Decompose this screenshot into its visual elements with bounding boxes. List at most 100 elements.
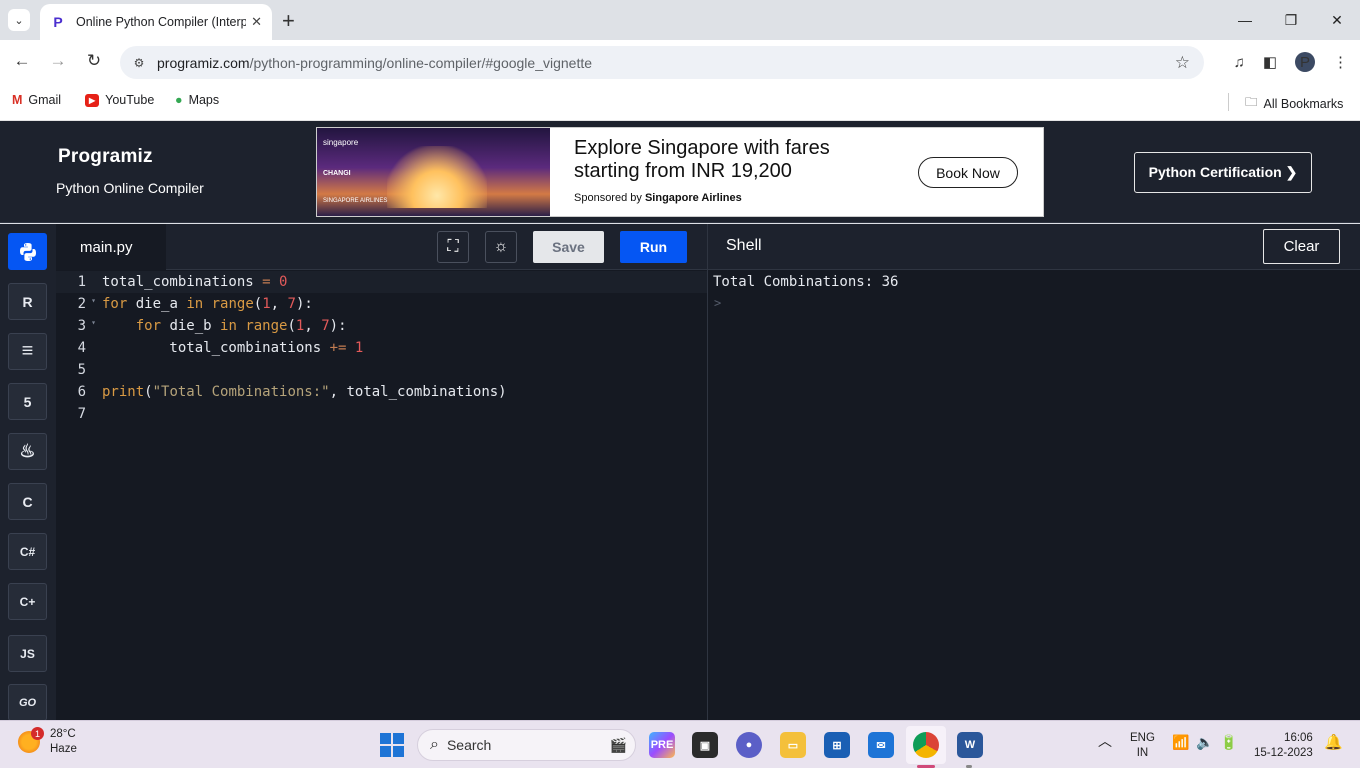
r-icon[interactable]: R: [8, 283, 47, 320]
chrome-icon[interactable]: [913, 732, 939, 758]
python-icon[interactable]: [8, 233, 47, 270]
start-button[interactable]: [380, 733, 404, 757]
js-icon[interactable]: JS: [8, 635, 47, 672]
all-bookmarks-button[interactable]: 🗀 All Bookmarks: [1245, 93, 1343, 114]
side-panel-icon[interactable]: ◧: [1263, 53, 1277, 71]
microsoft-store-icon[interactable]: ⊞: [824, 732, 850, 758]
save-button[interactable]: Save: [533, 231, 604, 263]
ad-changi-logo: CHANGI: [323, 170, 351, 177]
code-line: 3 ▾ for die_b in range(1, 7):: [56, 315, 707, 337]
weather-badge: 1: [31, 727, 44, 740]
programiz-favicon-icon: P: [53, 14, 63, 30]
python-logo-icon: [19, 242, 36, 261]
address-bar[interactable]: ⚙ programiz.com/python-programming/onlin…: [120, 46, 1204, 79]
programiz-logo[interactable]: Programiz: [58, 146, 153, 168]
fold-arrow-icon[interactable]: ▾: [91, 318, 96, 327]
tab-strip: ⌄ P Online Python Compiler (Interpreter)…: [0, 0, 1360, 40]
code-editor[interactable]: 1 total_combinations = 0 2 ▾ for die_a in…: [56, 270, 707, 720]
ad-sponsor: Sponsored by Singapore Airlines: [574, 192, 742, 204]
tab-title: Online Python Compiler (Interpreter): [76, 15, 246, 29]
theme-toggle-icon[interactable]: ☼: [485, 231, 517, 263]
language-code: ENG: [1130, 732, 1155, 744]
tray-chevron-icon[interactable]: ︿: [1098, 734, 1112, 749]
teams-chat-icon[interactable]: ●: [736, 732, 762, 758]
clock[interactable]: 16:06 15-12-2023: [1254, 731, 1313, 761]
battery-icon[interactable]: 🔋: [1220, 735, 1237, 750]
ad-banner[interactable]: singapore CHANGI SINGAPORE AIRLINES Expl…: [316, 127, 1044, 217]
mail-icon[interactable]: ✉: [868, 732, 894, 758]
go-icon[interactable]: GO: [8, 684, 47, 721]
profile-avatar[interactable]: P: [1295, 52, 1315, 72]
fold-arrow-icon[interactable]: ▾: [91, 296, 96, 305]
language-indicator[interactable]: ENG IN: [1130, 731, 1155, 761]
word-icon[interactable]: W: [957, 732, 983, 758]
menu-kebab-icon[interactable]: ⋮: [1333, 53, 1348, 71]
ad-book-now-button[interactable]: Book Now: [918, 157, 1018, 188]
bookmark-youtube[interactable]: ▶ YouTube: [85, 93, 154, 107]
line-number: 4: [77, 340, 86, 356]
code-line: 5: [56, 359, 707, 381]
code-line: 4 total_combinations += 1: [56, 337, 707, 359]
file-tab-main[interactable]: main.py: [56, 224, 166, 270]
toolbar-actions: ♫ ◧ P ⋮: [1234, 52, 1348, 72]
volume-icon[interactable]: 🔈: [1196, 735, 1213, 750]
window-controls: — ❐ ✕: [1222, 0, 1360, 40]
weather-sun-icon: 1: [18, 727, 44, 753]
close-window-icon[interactable]: ✕: [1314, 0, 1360, 40]
code-line: 2 ▾ for die_a in range(1, 7):: [56, 293, 707, 315]
file-explorer-icon[interactable]: ▭: [780, 732, 806, 758]
c-icon[interactable]: C: [8, 483, 47, 520]
line-number: 5: [77, 362, 86, 378]
shell-toolbar: Shell Clear: [707, 224, 1360, 270]
task-view-icon[interactable]: ▣: [692, 732, 718, 758]
weather-text: 28°C Haze: [50, 727, 77, 757]
python-certification-button[interactable]: Python Certification ❯: [1134, 152, 1312, 193]
shell-prompt[interactable]: >: [714, 296, 721, 310]
youtube-icon: ▶: [85, 93, 100, 107]
browser-tab[interactable]: P Online Python Compiler (Interpreter) ✕: [40, 4, 272, 40]
new-tab-icon[interactable]: +: [282, 8, 295, 34]
copilot-icon[interactable]: PRE: [649, 732, 675, 758]
region-code: IN: [1136, 747, 1149, 759]
minimize-icon[interactable]: —: [1222, 0, 1268, 40]
sql-icon[interactable]: ≡: [8, 333, 47, 370]
weather-widget[interactable]: 1 28°C Haze: [18, 727, 77, 757]
bookmark-gmail[interactable]: M Gmail: [12, 93, 61, 107]
media-control-icon[interactable]: ♫: [1234, 54, 1245, 71]
ad-brand-logo: singapore: [323, 138, 359, 147]
bookmark-label: YouTube: [105, 93, 155, 107]
bookmark-star-icon[interactable]: ☆: [1175, 53, 1190, 73]
taskbar-search[interactable]: ⌕ Search 🎬: [417, 729, 636, 761]
tab-search-button[interactable]: ⌄: [8, 9, 30, 31]
shell-output-panel[interactable]: Total Combinations: 36 >: [707, 270, 1360, 720]
line-number: 1: [77, 274, 86, 290]
code-text: print("Total Combinations:", total_combi…: [102, 384, 507, 400]
restore-icon[interactable]: ❐: [1268, 0, 1314, 40]
clear-button[interactable]: Clear: [1263, 229, 1340, 264]
url-text[interactable]: programiz.com/python-programming/online-…: [157, 55, 592, 71]
clock-date: 15-12-2023: [1254, 747, 1313, 759]
shell-output-text: Total Combinations: 36: [713, 274, 899, 290]
site-info-icon[interactable]: ⚙: [130, 56, 148, 70]
bookmark-maps[interactable]: ● Maps: [175, 93, 219, 107]
bookmarks-divider: [1228, 93, 1229, 111]
all-bookmarks-label: All Bookmarks: [1263, 96, 1344, 111]
cpp-icon[interactable]: C+: [8, 583, 47, 620]
java-icon[interactable]: ♨: [8, 433, 47, 470]
line-number-text: 3: [77, 318, 86, 334]
weather-condition: Haze: [50, 743, 77, 755]
fullscreen-icon[interactable]: ⛶: [437, 231, 469, 263]
app-header: Programiz Python Online Compiler singapo…: [0, 121, 1360, 223]
run-button[interactable]: Run: [620, 231, 687, 263]
search-icon: ⌕: [430, 736, 439, 753]
html-icon[interactable]: 5: [8, 383, 47, 420]
forward-icon[interactable]: →: [46, 51, 70, 71]
url-path: /python-programming/online-compiler/#goo…: [249, 54, 593, 71]
notification-bell-icon[interactable]: 🔔: [1324, 735, 1343, 750]
tab-close-icon[interactable]: ✕: [251, 14, 262, 30]
temperature: 28°C: [50, 728, 76, 740]
wifi-icon[interactable]: 📶: [1172, 735, 1189, 750]
reload-icon[interactable]: ↻: [82, 51, 106, 71]
back-icon[interactable]: ←: [10, 51, 34, 71]
csharp-icon[interactable]: C#: [8, 533, 47, 570]
